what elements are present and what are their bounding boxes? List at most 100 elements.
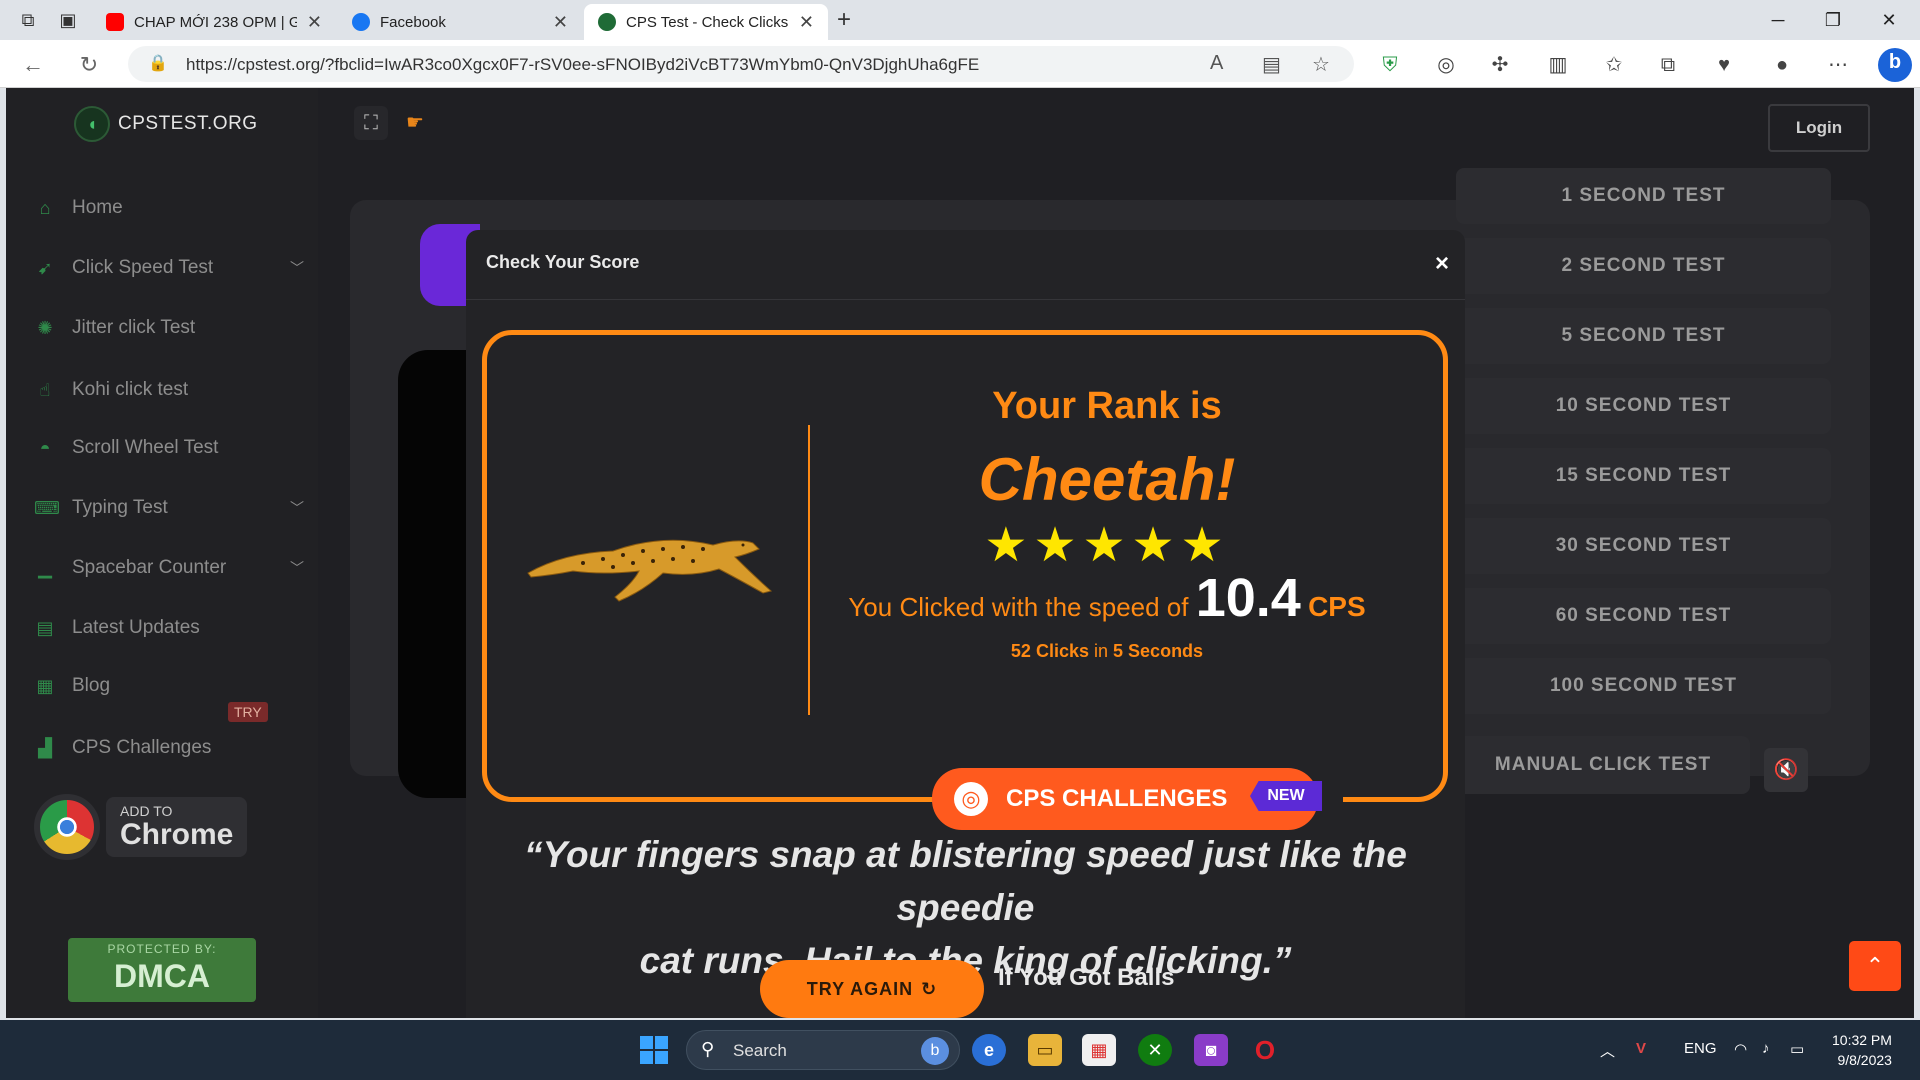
star-icon: ★ [1131, 519, 1181, 572]
login-button[interactable]: Login [1768, 104, 1870, 152]
sixty-second-test-button[interactable]: 60 SECOND TEST [1456, 588, 1831, 644]
close-tab-icon[interactable]: ✕ [307, 12, 322, 33]
sidebar-item-label: Click Speed Test [72, 257, 214, 278]
chevron-down-icon: ﹀ [290, 260, 304, 276]
sidebar-item-spacebar-counter[interactable]: ▁ Spacebar Counter ﹀ [34, 550, 304, 586]
compass-extension-icon[interactable]: ◎ [1432, 51, 1460, 79]
xbox-icon[interactable]: ✕ [1138, 1034, 1172, 1066]
close-window-icon[interactable]: ✕ [1874, 6, 1904, 34]
fifteen-second-test-button[interactable]: 15 SECOND TEST [1456, 448, 1831, 504]
read-aloud-icon[interactable]: A [1210, 52, 1223, 75]
challenge-text: If You Got Balls [998, 964, 1175, 991]
opera-icon[interactable]: O [1248, 1034, 1282, 1066]
reload-icon[interactable]: ↻ [76, 52, 102, 78]
edge-icon[interactable]: e [972, 1034, 1006, 1066]
browser-tab-bar: ⧉ ▣ CHAP MỚI 238 OPM | GAROU Đ... ✕ Face… [0, 0, 1920, 40]
pointing-hand-icon[interactable]: ☛ [398, 106, 432, 140]
collections-icon[interactable]: ⧉ [1654, 51, 1682, 79]
url-field[interactable]: 🔒 https://cpstest.org/?fbclid=IwAR3co0Xg… [128, 46, 1354, 82]
close-tab-icon[interactable]: ✕ [799, 12, 814, 33]
dmca-line1: PROTECTED BY: [107, 942, 217, 956]
one-second-test-button[interactable]: 1 SECOND TEST [1456, 168, 1831, 224]
media-app-icon[interactable]: ◙ [1194, 1034, 1228, 1066]
wifi-icon[interactable]: ◠ [1734, 1040, 1747, 1058]
show-hidden-icons-icon[interactable]: ︿ [1600, 1040, 1615, 1061]
clicks-count: 52 Clicks [1010, 641, 1089, 661]
tray-app-icon[interactable]: V [1636, 1040, 1646, 1057]
dmca-badge[interactable]: PROTECTED BY: DMCA [68, 938, 256, 1002]
sidebar-item-jitter-click-test[interactable]: ✺ Jitter click Test [34, 310, 304, 346]
sidebar-item-label: Home [72, 197, 123, 218]
file-explorer-icon[interactable]: ▭ [1028, 1034, 1062, 1066]
try-again-label: TRY AGAIN [806, 978, 914, 999]
immersive-reader-icon[interactable]: ▤ [1262, 52, 1281, 77]
score-modal: Check Your Score × Your Rank is Cheetah!… [466, 230, 1465, 1018]
extensions-icon[interactable]: ✣ [1486, 51, 1514, 79]
brand-name: CPSTEST.ORG [118, 113, 258, 134]
language-indicator[interactable]: ENG [1684, 1040, 1717, 1057]
cursor-icon: ➹ [37, 257, 53, 278]
tab-youtube[interactable]: CHAP MỚI 238 OPM | GAROU Đ... ✕ [92, 4, 336, 40]
taskbar-search[interactable]: ⚲ Search b [686, 1030, 960, 1070]
cheetah-image [527, 539, 773, 602]
restore-icon[interactable]: ❐ [1818, 6, 1848, 34]
clock-date: 9/8/2023 [1837, 1052, 1892, 1068]
five-second-test-button[interactable]: 5 SECOND TEST [1456, 308, 1831, 364]
hundred-second-test-button[interactable]: 100 SECOND TEST [1456, 658, 1831, 714]
scroll-to-top-button[interactable]: ⌃ [1849, 941, 1901, 991]
try-again-button[interactable]: TRY AGAIN ↻ [760, 960, 984, 1018]
modal-header: Check Your Score × [466, 230, 1465, 300]
modal-title: Check Your Score [486, 252, 640, 272]
tab-facebook[interactable]: Facebook ✕ [338, 4, 582, 40]
workspaces-icon[interactable]: ⧉ [16, 8, 40, 32]
more-menu-icon[interactable]: ⋯ [1824, 51, 1852, 79]
windows-start-icon[interactable] [640, 1036, 668, 1064]
sidebar-item-scroll-wheel-test[interactable]: ◓ Scroll Wheel Test [34, 430, 304, 466]
sidebar-item-kohi-click-test[interactable]: ☝ Kohi click test [34, 372, 304, 408]
close-tab-icon[interactable]: ✕ [553, 12, 568, 33]
fullscreen-icon[interactable]: ⛶ [354, 106, 388, 140]
system-clock[interactable]: 10:32 PM 9/8/2023 [1832, 1030, 1892, 1070]
sidebar-item-home[interactable]: ⌂ Home [34, 190, 304, 226]
close-modal-button[interactable]: × [1435, 250, 1449, 278]
dmca-line2: DMCA [114, 958, 210, 994]
store-icon[interactable]: ▦ [1082, 1034, 1116, 1066]
site-brand[interactable]: ◖ CPSTEST.ORG [74, 106, 258, 142]
sidebar-item-cps-challenges[interactable]: ▟ CPS Challenges [34, 730, 304, 766]
sidebar-item-blog[interactable]: ▦ Blog [34, 668, 304, 704]
tab-actions-icon[interactable]: ▣ [56, 8, 80, 32]
sidebar-item-typing-test[interactable]: ⌨ Typing Test ﹀ [34, 490, 304, 526]
back-icon[interactable]: ← [20, 52, 46, 78]
add-to-chrome-button[interactable]: ADD TO Chrome [34, 794, 248, 860]
profile-icon[interactable]: ● [1768, 51, 1796, 79]
volume-icon[interactable]: ♪ [1762, 1040, 1770, 1057]
favorites-icon[interactable]: ✩ [1600, 51, 1628, 79]
two-second-test-button[interactable]: 2 SECOND TEST [1456, 238, 1831, 294]
favorite-star-icon[interactable]: ☆ [1312, 52, 1330, 77]
new-badge: NEW [1250, 781, 1322, 811]
performance-icon[interactable]: ♥ [1710, 51, 1738, 79]
chrome-text: Chrome [120, 818, 234, 851]
facebook-icon [352, 13, 370, 31]
sidebar-item-latest-updates[interactable]: ▤ Latest Updates [34, 610, 304, 646]
ten-second-test-button[interactable]: 10 SECOND TEST [1456, 378, 1831, 434]
manual-click-test-button[interactable]: MANUAL CLICK TEST [1456, 736, 1750, 794]
split-screen-icon[interactable]: ▥ [1544, 51, 1572, 79]
tab-cpstest[interactable]: CPS Test - Check Clicks per Secon ✕ [584, 4, 828, 40]
sidebar-item-click-speed-test[interactable]: ➹ Click Speed Test ﹀ [34, 250, 304, 286]
bing-icon: b [921, 1037, 949, 1065]
page-content: ◖ CPSTEST.ORG ⌂ Home ➹ Click Speed Test … [6, 88, 1914, 1018]
bing-copilot-icon[interactable]: b [1878, 48, 1912, 82]
minimize-icon[interactable]: ─ [1763, 6, 1793, 34]
keyboard-icon: ⌨ [34, 497, 60, 518]
battery-icon[interactable]: ▭ [1790, 1040, 1804, 1058]
new-tab-icon[interactable]: + [832, 8, 856, 32]
thirty-second-test-button[interactable]: 30 SECOND TEST [1456, 518, 1831, 574]
sidebar-item-label: Spacebar Counter [72, 557, 227, 578]
sound-off-icon[interactable]: 🔇 [1764, 748, 1808, 792]
shield-extension-icon[interactable]: ⛨ [1376, 51, 1404, 79]
search-icon: ⚲ [701, 1039, 715, 1059]
speed-prefix: You Clicked with the speed of [848, 592, 1189, 622]
cps-unit: CPS [1308, 591, 1366, 622]
chart-icon: ▟ [38, 737, 52, 758]
